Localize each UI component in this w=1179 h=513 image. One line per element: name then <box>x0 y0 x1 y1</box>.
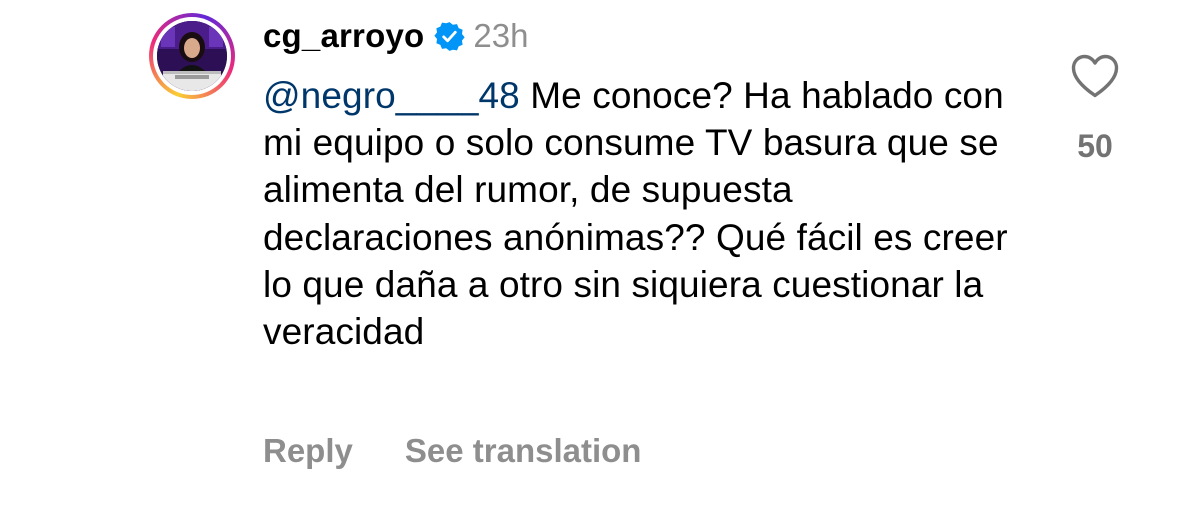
see-translation-button[interactable]: See translation <box>405 432 642 470</box>
mention-link[interactable]: @negro____48 <box>263 75 520 116</box>
heart-outline-icon[interactable] <box>1069 52 1121 100</box>
username[interactable]: cg_arroyo <box>263 17 424 55</box>
avatar-story-ring[interactable] <box>149 13 235 99</box>
comment-text: @negro____48 Me conoce? Ha hablado con m… <box>263 72 1023 355</box>
reply-button[interactable]: Reply <box>263 432 353 470</box>
comment-body: Me conoce? Ha hablado con mi equipo o so… <box>263 75 1008 353</box>
comment-header: cg_arroyo 23h <box>263 14 528 58</box>
comment: cg_arroyo 23h @negro____48 Me conoce? Ha… <box>0 0 1179 513</box>
like-count: 50 <box>1077 128 1113 164</box>
verified-badge-icon <box>434 21 465 52</box>
like-column: 50 <box>1062 52 1128 165</box>
avatar-image <box>157 21 227 91</box>
avatar[interactable] <box>157 21 227 91</box>
comment-timestamp: 23h <box>473 17 529 54</box>
comment-actions: Reply See translation <box>263 428 641 474</box>
avatar-ring-gap <box>153 17 231 95</box>
